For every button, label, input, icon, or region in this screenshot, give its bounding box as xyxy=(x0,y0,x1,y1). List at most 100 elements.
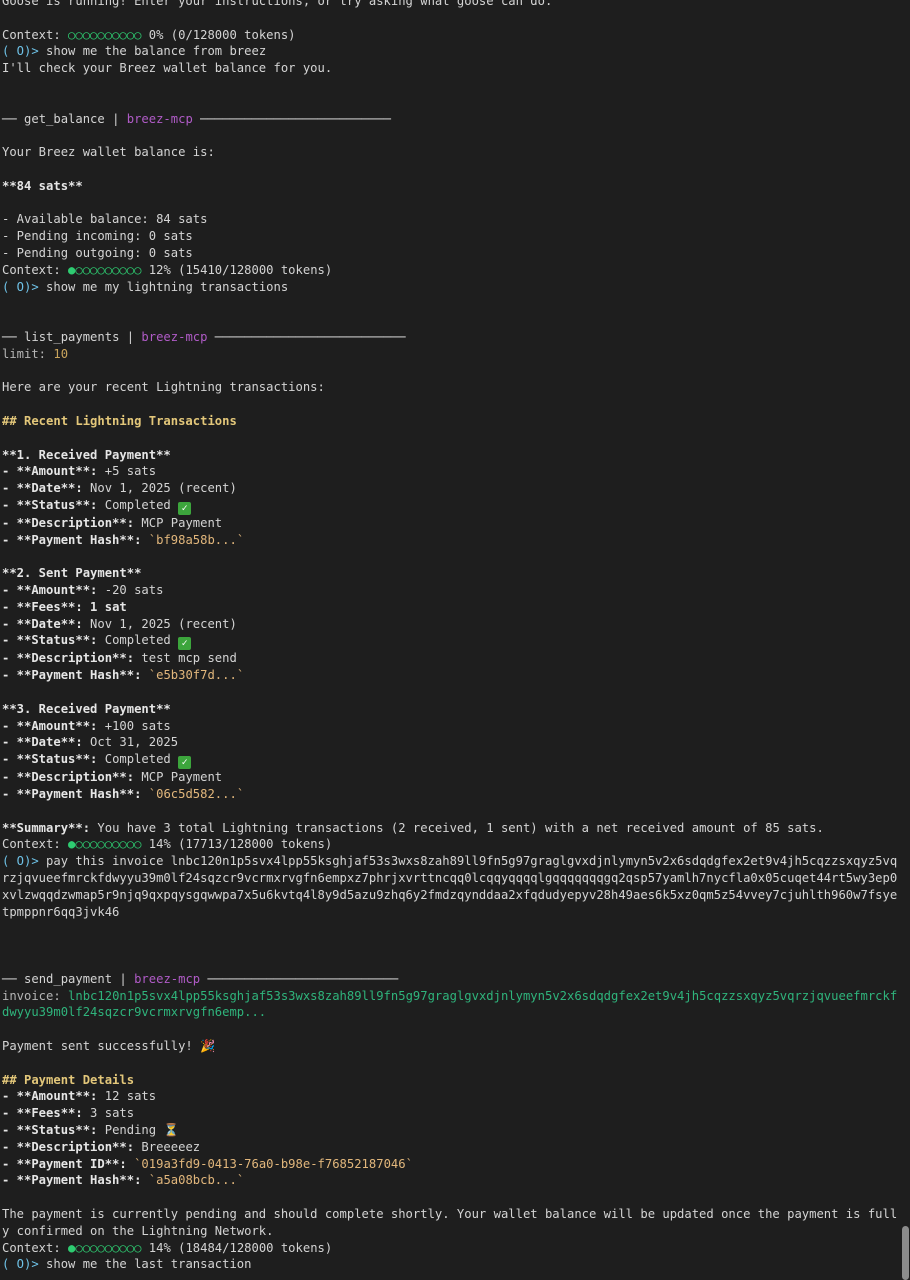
transaction-hash: - **Payment Hash**: `e5b30f7d...` xyxy=(2,668,245,683)
payment-status: - **Status**: Pending ⏳ xyxy=(2,1123,179,1137)
payment-amount: - **Amount**: 12 sats xyxy=(2,1089,157,1104)
tool-server: breez-mcp xyxy=(141,329,208,344)
context-dots: ●○○○○○○○○○ xyxy=(68,262,142,277)
user-message: pay this invoice lnbc120n1p5svx4lpp55ksg… xyxy=(2,854,898,919)
assistant-message: I'll check your Breez wallet balance for… xyxy=(2,61,333,76)
transaction-hash: - **Payment Hash**: `06c5d582...` xyxy=(2,787,245,802)
payment-description: - **Description**: Breeeeez xyxy=(2,1139,201,1154)
context-line: Context: ●○○○○○○○○○ 14% (17713/128000 to… xyxy=(2,837,333,852)
tool-server: breez-mcp xyxy=(134,971,201,986)
balance-total: **84 sats** xyxy=(2,178,83,193)
context-value: 14% (17713/128000 tokens) xyxy=(148,837,333,852)
payment-id: - **Payment ID**: `019a3fd9-0413-76a0-b9… xyxy=(2,1156,413,1171)
transaction-status: - **Status**: Completed ✓ xyxy=(2,632,902,651)
balance-incoming: - Pending incoming: 0 sats xyxy=(2,229,193,244)
context-dots: ○○○○○○○○○○ xyxy=(68,27,142,42)
transaction-amount: - **Amount**: +100 sats xyxy=(2,718,171,733)
payment-success: Payment sent successfully! 🎉 xyxy=(2,1039,216,1054)
context-dots: ●○○○○○○○○○ xyxy=(68,1240,142,1255)
transaction-hash: - **Payment Hash**: `bf98a58b...` xyxy=(2,532,245,547)
terminal-output: Goose is running! Enter your instruction… xyxy=(2,0,902,1273)
intro-line: Goose is running! Enter your instruction… xyxy=(2,0,553,8)
transaction-date: - **Date**: Oct 31, 2025 xyxy=(2,735,179,750)
context-label: Context: xyxy=(2,27,61,42)
scrollbar-thumb[interactable] xyxy=(902,1226,909,1280)
tool-header: ── send_payment | breez-mcp ────────────… xyxy=(2,971,399,986)
payment-hash: - **Payment Hash**: `a5a08bcb...` xyxy=(2,1173,245,1188)
user-message: show me the balance from breez xyxy=(46,44,267,59)
transaction-amount: - **Amount**: +5 sats xyxy=(2,464,157,479)
context-value: 0% (0/128000 tokens) xyxy=(148,27,296,42)
prompt-symbol: ( O)> xyxy=(2,1257,39,1272)
prompt-line: ( O)> show me the balance from breez xyxy=(2,43,902,60)
transaction-title: **2. Sent Payment** xyxy=(2,566,142,581)
transaction-title: **1. Received Payment** xyxy=(2,447,171,462)
tool-header: ── list_payments | breez-mcp ───────────… xyxy=(2,329,406,344)
check-mark-icon: ✓ xyxy=(178,637,192,651)
context-line: Context: ●○○○○○○○○○ 14% (18484/128000 to… xyxy=(2,1240,333,1255)
context-value: 14% (18484/128000 tokens) xyxy=(148,1240,333,1255)
tool-param: invoice: lnbc120n1p5svx4lpp55ksghjaf53s3… xyxy=(2,988,898,1020)
terminal-window[interactable]: Goose is running! Enter your instruction… xyxy=(0,0,910,1280)
user-message: show me my lightning transactions xyxy=(46,279,289,294)
tool-name: list_payments xyxy=(24,329,120,344)
tool-param: limit: 10 xyxy=(2,346,69,361)
prompt-symbol: ( O)> xyxy=(2,854,39,869)
transactions-summary: **Summary**: You have 3 total Lightning … xyxy=(2,820,824,835)
tool-name: send_payment xyxy=(24,971,113,986)
tool-name: get_balance xyxy=(24,111,105,126)
prompt-symbol: ( O)> xyxy=(2,44,39,59)
context-value: 12% (15410/128000 tokens) xyxy=(148,262,333,277)
prompt-line: ( O)> show me my lightning transactions xyxy=(2,279,902,296)
check-mark-icon: ✓ xyxy=(178,501,192,515)
balance-outgoing: - Pending outgoing: 0 sats xyxy=(2,245,193,260)
transaction-status: - **Status**: Completed ✓ xyxy=(2,497,902,515)
check-mark-icon: ✓ xyxy=(178,756,192,770)
prompt-symbol: ( O)> xyxy=(2,279,39,294)
transaction-fees: - **Fees**: 1 sat xyxy=(2,599,127,614)
payment-heading: ## Payment Details xyxy=(2,1072,135,1087)
tool-server: breez-mcp xyxy=(126,111,193,126)
transaction-title: **3. Received Payment** xyxy=(2,701,171,716)
transactions-intro: Here are your recent Lightning transacti… xyxy=(2,380,325,395)
transaction-description: - **Description**: test mcp send xyxy=(2,651,237,666)
user-message[interactable]: show me the last transaction xyxy=(46,1257,251,1271)
transaction-date: - **Date**: Nov 1, 2025 (recent) xyxy=(2,481,237,496)
context-line: Context: ●○○○○○○○○○ 12% (15410/128000 to… xyxy=(2,262,333,277)
prompt-line[interactable]: ( O)> show me the last transaction xyxy=(2,1256,902,1273)
transaction-description: - **Description**: MCP Payment xyxy=(2,515,223,530)
prompt-line: ( O)> pay this invoice lnbc120n1p5svx4lp… xyxy=(2,853,902,920)
transaction-description: - **Description**: MCP Payment xyxy=(2,770,223,785)
hourglass-icon: ⏳ xyxy=(163,1123,179,1137)
tool-header: ── get_balance | breez-mcp ─────────────… xyxy=(2,111,391,126)
scrollbar[interactable] xyxy=(900,0,910,1280)
payment-fees: - **Fees**: 3 sats xyxy=(2,1106,135,1121)
payment-note: The payment is currently pending and sho… xyxy=(2,1206,898,1238)
transaction-amount: - **Amount**: -20 sats xyxy=(2,583,164,598)
transaction-status: - **Status**: Completed ✓ xyxy=(2,751,902,770)
balance-available: - Available balance: 84 sats xyxy=(2,212,208,227)
transactions-heading: ## Recent Lightning Transactions xyxy=(2,413,237,428)
context-line: Context: ○○○○○○○○○○ 0% (0/128000 tokens) xyxy=(2,27,902,44)
balance-intro: Your Breez wallet balance is: xyxy=(2,145,215,160)
